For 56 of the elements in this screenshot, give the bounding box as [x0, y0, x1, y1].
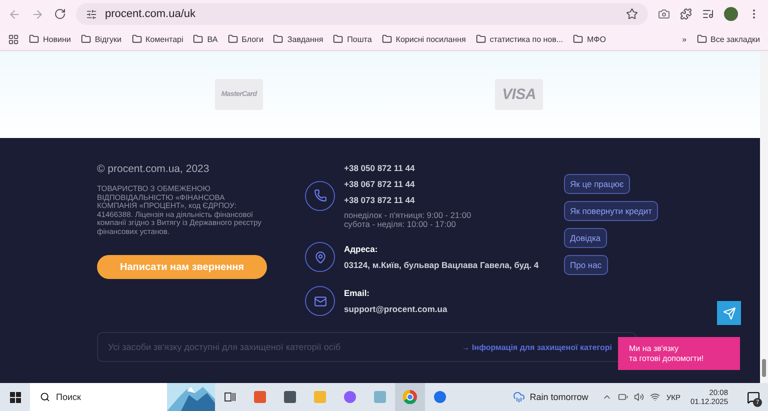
search-placeholder: Поиск: [56, 392, 81, 402]
scrollbar[interactable]: [760, 51, 768, 383]
bookmark[interactable]: МФО: [573, 34, 606, 44]
reload-icon[interactable]: [54, 8, 66, 20]
search-icon: [40, 392, 50, 402]
map-pin-icon: [305, 242, 335, 272]
puzzle-icon[interactable]: [680, 8, 692, 20]
url-text: procent.com.ua/uk: [105, 8, 196, 20]
send-icon: [722, 306, 736, 320]
footer-link[interactable]: Довідка: [564, 228, 607, 248]
contact-label: Адреса:: [344, 244, 379, 254]
phone-icon: [305, 180, 335, 210]
bookmark[interactable]: Пошта: [333, 34, 372, 44]
working-hours: понеділок - п'ятниця: 9:00 - 21:00 субота - неділя: 10:00 - 17:00: [344, 211, 472, 228]
contact-value: +38 073 872 11 44: [344, 195, 416, 205]
bookmark[interactable]: ВА: [193, 34, 218, 44]
contact-value: +38 067 872 11 44: [344, 179, 416, 189]
contact-value: +38 050 872 11 44: [344, 163, 416, 173]
camera-icon[interactable]: [658, 8, 670, 20]
mail-icon: [305, 286, 335, 316]
bookmark[interactable]: статистика по нов...: [476, 34, 564, 44]
bookmark[interactable]: Корисні посилання: [382, 34, 466, 44]
footer-link[interactable]: Як повернути кредит: [564, 201, 658, 221]
all-bookmarks[interactable]: Все закладки: [696, 34, 760, 44]
bookmark[interactable]: Новини: [29, 34, 71, 44]
address-bar[interactable]: procent.com.ua/uk: [76, 3, 648, 25]
bookmark[interactable]: Відгуки: [80, 34, 122, 44]
copyright: © procent.com.ua, 2023: [97, 163, 210, 175]
star-icon[interactable]: [626, 8, 638, 20]
message-icon: [746, 390, 760, 404]
chrome-icon: [403, 390, 417, 404]
apps-icon[interactable]: [8, 34, 19, 44]
chat-popup[interactable]: Ми на зв'язку та готові допомогти!: [618, 337, 740, 370]
wifi-icon[interactable]: [650, 392, 660, 402]
bookmark[interactable]: Коментарі: [132, 34, 184, 44]
task-view-icon: [224, 391, 236, 403]
bookmark[interactable]: Блоги: [228, 34, 264, 44]
contact-value: support@procent.com.ua: [344, 304, 448, 314]
footer-link[interactable]: Як це працює: [564, 174, 630, 194]
site-settings-icon[interactable]: [86, 8, 97, 20]
battery-icon[interactable]: [618, 392, 628, 402]
bookmark[interactable]: Завдання: [273, 34, 324, 44]
taskbar-search[interactable]: Поиск: [30, 383, 215, 411]
contact-label: Email:: [344, 288, 371, 298]
volume-icon[interactable]: [634, 392, 644, 402]
bookmarks-overflow[interactable]: »: [682, 34, 687, 44]
profile-avatar[interactable]: [724, 7, 738, 21]
telegram-button[interactable]: [717, 301, 741, 325]
weather-text: Rain tomorrow: [530, 392, 588, 402]
footer-link[interactable]: Про нас: [564, 255, 608, 275]
contact-value: 03124, м.Київ, бульвар Вацлава Гавела, буд. 4: [344, 260, 539, 270]
payment-logo: VISA: [495, 79, 543, 110]
media-icon[interactable]: [702, 8, 714, 20]
protected-text: Усі засоби зв'язку доступні для захищеної категорії осіб: [108, 342, 341, 352]
rain-icon: [512, 391, 525, 403]
protected-link[interactable]: → Інформація для захищеної категорі: [462, 342, 612, 352]
